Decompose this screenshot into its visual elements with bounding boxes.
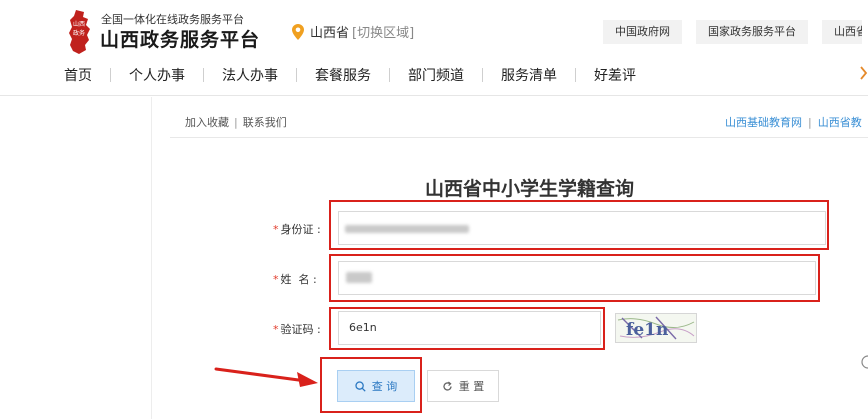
refresh-icon [443, 381, 452, 391]
reset-button-label: 重 置 [458, 380, 485, 393]
location-pin-icon [292, 23, 304, 40]
reset-button[interactable]: 重 置 [427, 370, 499, 402]
location-name: 山西省 [310, 26, 350, 41]
shanxi-basic-edu-link[interactable]: 山西基础教育网 [725, 116, 802, 129]
captcha-text: fe1n [626, 320, 668, 340]
nav-divider [482, 68, 483, 82]
sub-toolbar: 加入收藏 | 联系我们 山西基础教育网 | 山西省教 [170, 97, 868, 138]
search-icon [355, 380, 366, 392]
captcha-image[interactable]: fe1n [615, 313, 697, 343]
nav-review[interactable]: 好差评 [594, 65, 636, 85]
redacted-id-value [345, 225, 469, 233]
name-label: * 姓 名 : [273, 273, 317, 286]
side-tool-icon[interactable] [856, 355, 868, 369]
captcha-label: * 验证码 : [273, 323, 321, 336]
nav-corporate[interactable]: 法人办事 [222, 65, 278, 85]
query-button[interactable]: 查 询 [337, 370, 415, 402]
nav-divider [296, 68, 297, 82]
nav-divider [110, 68, 111, 82]
form-title: 山西省中小学生学籍查询 [425, 178, 635, 200]
svg-text:山西: 山西 [73, 20, 85, 28]
top-links: 中国政府网 国家政务服务平台 山西省 [603, 20, 862, 44]
contact-us-link[interactable]: 联系我们 [243, 116, 287, 129]
chevron-right-icon[interactable] [860, 66, 868, 80]
nav-divider [389, 68, 390, 82]
captcha-graphic: fe1n [617, 316, 695, 340]
nav-divider [575, 68, 576, 82]
captcha-input[interactable]: 6e1n [338, 311, 601, 345]
nav-divider [203, 68, 204, 82]
shanxi-gov-link[interactable]: 山西省 [822, 20, 862, 44]
svg-text:政务: 政务 [73, 29, 85, 37]
site-header: 山西 政务 全国一体化在线政务服务平台 山西政务服务平台 山西省 [切换区域] … [0, 0, 868, 96]
shanxi-emblem-icon[interactable]: 山西 政务 [64, 9, 94, 55]
nav-service-list[interactable]: 服务清单 [501, 65, 557, 85]
redacted-name-value [346, 272, 372, 283]
switch-region-link[interactable]: [切换区域] [352, 22, 414, 41]
main-content: 加入收藏 | 联系我们 山西基础教育网 | 山西省教 山西省中小学生学籍查询 * 身份证 … [153, 97, 868, 419]
student-name-input[interactable] [338, 261, 816, 295]
location-selector[interactable]: 山西省 [切换区域] [292, 22, 414, 41]
nav-department[interactable]: 部门频道 [408, 65, 464, 85]
nav-home[interactable]: 首页 [64, 65, 92, 85]
national-service-link[interactable]: 国家政务服务平台 [696, 20, 808, 44]
nav-package[interactable]: 套餐服务 [315, 65, 371, 85]
main-nav: 首页 个人办事 法人办事 套餐服务 部门频道 服务清单 好差评 [64, 65, 636, 85]
query-button-label: 查 询 [371, 380, 398, 393]
logo-title[interactable]: 山西政务服务平台 [100, 25, 260, 52]
id-label: * 身份证 : [273, 223, 321, 236]
gov-cn-link[interactable]: 中国政府网 [603, 20, 682, 44]
left-gutter [0, 97, 152, 419]
add-favorite-link[interactable]: 加入收藏 [185, 116, 229, 129]
shanxi-edu-link[interactable]: 山西省教 [818, 116, 862, 129]
nav-personal[interactable]: 个人办事 [129, 65, 185, 85]
